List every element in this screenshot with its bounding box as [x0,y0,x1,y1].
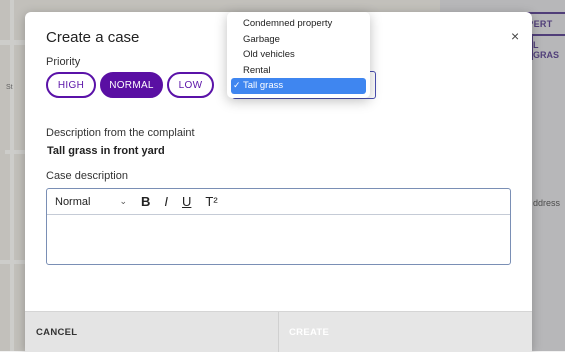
dropdown-option[interactable]: Old vehicles [227,47,370,63]
cancel-button[interactable]: CANCEL [25,312,278,352]
complaint-description-text: Tall grass in front yard [47,145,165,157]
priority-low-button[interactable]: LOW [167,72,214,98]
check-icon: ✓ [233,80,241,91]
priority-normal-button[interactable]: NORMAL [100,72,163,98]
bold-button[interactable]: B [141,194,150,209]
modal-title: Create a case [46,29,140,46]
complaint-description-label: Description from the complaint [46,127,195,139]
chevron-down-icon: ⌄ [119,195,127,206]
priority-high-button[interactable]: HIGH [46,72,96,98]
dropdown-option-selected[interactable]: ✓ Tall grass [231,78,366,94]
superscript-button[interactable]: T² [205,194,217,209]
priority-label: Priority [46,56,81,68]
underline-button[interactable]: U [182,194,191,209]
create-button[interactable]: CREATE [278,312,532,352]
dropdown-option[interactable]: Rental [227,63,370,79]
format-select[interactable]: Normal ⌄ [55,196,127,208]
category-dropdown-menu: Condemned property Garbage Old vehicles … [227,12,370,98]
editor-toolbar: Normal ⌄ B I U T² [47,189,510,215]
case-description-editor: Normal ⌄ B I U T² [46,188,511,265]
close-icon[interactable]: × [511,28,519,44]
dropdown-option[interactable]: Condemned property [227,16,370,32]
modal-footer: CANCEL CREATE [25,311,532,352]
case-description-label: Case description [46,170,128,182]
dropdown-option[interactable]: Garbage [227,32,370,48]
format-select-value: Normal [55,195,91,208]
italic-button[interactable]: I [164,194,168,209]
editor-text-area[interactable] [47,215,510,264]
